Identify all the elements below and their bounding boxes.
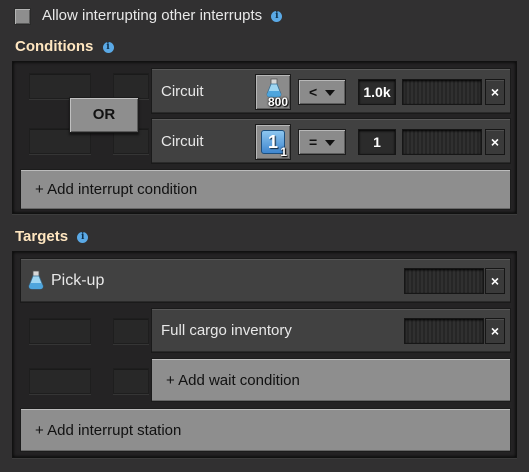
wait-slot: [113, 318, 149, 344]
condition-row[interactable]: Circuit 800 < 1.0k ×: [151, 68, 511, 114]
signal-selector[interactable]: 1 1: [255, 124, 291, 160]
condition-type-label: Circuit: [161, 83, 204, 100]
wait-slot: [29, 318, 91, 344]
conditions-title: Conditions: [15, 38, 94, 55]
close-icon: ×: [490, 323, 500, 339]
remove-station-button[interactable]: ×: [485, 268, 505, 294]
constant-value-field[interactable]: 1: [358, 129, 396, 155]
or-combinator-button[interactable]: OR: [69, 97, 139, 133]
wait-slot: [29, 368, 91, 394]
allow-interrupting-checkbox[interactable]: [14, 8, 31, 25]
wait-progress-bar: [404, 318, 484, 344]
remove-wait-condition-button[interactable]: ×: [485, 318, 505, 344]
flask-icon: [28, 270, 44, 290]
operator-dropdown[interactable]: =: [298, 129, 346, 155]
allow-interrupting-text: Allow interrupting other interrupts: [42, 7, 263, 24]
signal-count: 800: [267, 95, 288, 109]
chevron-down-icon: [325, 90, 336, 97]
condition-progress-bar: [402, 79, 482, 105]
operator-value: <: [309, 84, 318, 100]
wait-condition-label: Full cargo inventory: [161, 322, 292, 339]
allow-interrupting-label: Allow interrupting other interrupts i: [42, 7, 283, 24]
condition-progress-bar: [402, 129, 482, 155]
add-wait-condition-button[interactable]: + Add wait condition: [151, 358, 511, 402]
close-icon: ×: [490, 134, 500, 150]
condition-row[interactable]: Circuit 1 1 = 1 ×: [151, 118, 511, 164]
station-name: Pick-up: [51, 272, 105, 289]
conditions-heading: Conditions i: [15, 38, 114, 55]
close-icon: ×: [490, 273, 500, 289]
constant-value-field[interactable]: 1.0k: [358, 79, 396, 105]
targets-heading: Targets i: [15, 228, 89, 245]
add-interrupt-condition-button[interactable]: + Add interrupt condition: [20, 169, 511, 210]
signal-count: 1: [280, 145, 287, 159]
remove-condition-button[interactable]: ×: [485, 79, 505, 105]
operator-dropdown[interactable]: <: [298, 79, 346, 105]
targets-title: Targets: [15, 228, 69, 245]
condition-slot: [29, 73, 91, 99]
remove-condition-button[interactable]: ×: [485, 129, 505, 155]
add-interrupt-station-button[interactable]: + Add interrupt station: [20, 408, 511, 452]
close-icon: ×: [490, 84, 500, 100]
conditions-info-icon[interactable]: i: [102, 41, 114, 53]
condition-type-label: Circuit: [161, 133, 204, 150]
station-progress-bar: [404, 268, 484, 294]
signal-selector[interactable]: 800: [255, 74, 291, 110]
condition-slot: [113, 73, 149, 99]
operator-value: =: [309, 134, 318, 150]
targets-info-icon[interactable]: i: [77, 231, 89, 243]
wait-slot: [113, 368, 149, 394]
chevron-down-icon: [325, 140, 336, 147]
info-icon[interactable]: i: [271, 10, 283, 22]
station-row[interactable]: Pick-up ×: [20, 258, 511, 303]
wait-condition-row[interactable]: Full cargo inventory ×: [151, 308, 511, 353]
